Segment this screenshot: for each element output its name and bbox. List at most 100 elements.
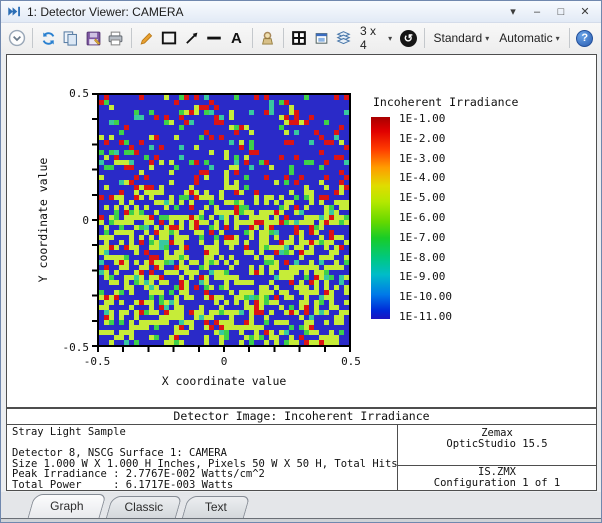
legend-label: 1E-5.00 (399, 192, 452, 204)
x-tick-label: 0.5 (329, 355, 373, 368)
save-button[interactable] (82, 26, 104, 50)
active-window-button[interactable] (310, 26, 332, 50)
legend-label: 1E-6.00 (399, 212, 452, 224)
grid-layout-value: 3 x 4 (360, 24, 385, 52)
info-line: Total Power : 6.1717E-003 Watts (12, 480, 392, 491)
copy-button[interactable] (60, 26, 82, 50)
reset-button[interactable]: ↺ (397, 26, 419, 50)
tab-bar: Graph Classic Text (1, 492, 601, 522)
minimize-button[interactable]: – (527, 4, 547, 20)
text-tool-icon: A (231, 30, 242, 47)
grid-layout-dropdown[interactable]: 3 x 4 ▾ (355, 26, 397, 50)
tile-windows-button[interactable] (288, 26, 310, 50)
toolbar-separator (131, 28, 132, 48)
window-controls: ▾ – □ ✕ (503, 4, 595, 20)
tab-label: Text (186, 497, 246, 518)
tab-classic[interactable]: Classic (106, 496, 182, 518)
chevron-down-circle-icon (8, 29, 26, 47)
add-text-button[interactable]: A (225, 26, 247, 50)
lock-icon (259, 30, 276, 47)
configuration-label: Configuration 1 of 1 (398, 478, 596, 489)
window-image-icon (313, 30, 330, 47)
legend-label: 1E-1.00 (399, 113, 452, 125)
x-tick-label: -0.5 (75, 355, 119, 368)
update-button[interactable] (37, 26, 59, 50)
toolbar-separator (569, 28, 570, 48)
legend-label: 1E-9.00 (399, 271, 452, 283)
layers-button[interactable] (333, 26, 355, 50)
tab-text[interactable]: Text (182, 496, 250, 518)
annotate-pencil-button[interactable] (136, 26, 158, 50)
save-icon (85, 30, 102, 47)
info-line: Detector 8, NSCG Surface 1: CAMERA (12, 448, 392, 459)
pencil-icon (138, 30, 155, 47)
line-icon (205, 29, 223, 47)
toolbar-separator (424, 28, 425, 48)
reset-icon: ↺ (400, 30, 417, 47)
draw-line-button[interactable] (203, 26, 225, 50)
y-tick-label: 0.5 (49, 87, 89, 100)
print-button[interactable] (104, 26, 126, 50)
y-axis-ticks (92, 93, 97, 347)
window-menu-button[interactable]: ▾ (503, 4, 523, 20)
automatic-dropdown[interactable]: Automatic ▾ (494, 26, 564, 50)
legend-label: 1E-2.00 (399, 133, 452, 145)
plot-frame (97, 93, 351, 347)
tile-windows-icon (290, 29, 308, 47)
info-line: Stray Light Sample (12, 427, 392, 438)
draw-arrow-button[interactable] (181, 26, 203, 50)
tab-graph[interactable]: Graph (28, 494, 107, 518)
chevron-down-icon: ▾ (556, 34, 560, 43)
info-text-box: Stray Light Sample Detector 8, NSCG Surf… (6, 424, 398, 491)
status-strip (1, 519, 601, 522)
layers-icon (335, 30, 352, 47)
detector-image (99, 95, 349, 345)
app-icon (7, 4, 22, 19)
close-button[interactable]: ✕ (575, 4, 595, 20)
file-info-box: IS.ZMX Configuration 1 of 1 (397, 465, 597, 491)
tab-label: Graph (32, 495, 102, 518)
legend-label: 1E-8.00 (399, 252, 452, 264)
legend-title: Incoherent Irradiance (373, 95, 518, 109)
legend-label: 1E-10.00 (399, 291, 452, 303)
legend-label: 1E-3.00 (399, 153, 452, 165)
help-button[interactable]: ? (574, 26, 596, 50)
program-version: OpticStudio 15.5 (398, 439, 596, 450)
x-axis-ticks (97, 347, 351, 352)
maximize-button[interactable]: □ (551, 4, 571, 20)
y-axis-label: Y coordinate value (36, 158, 50, 283)
title-bar: 1: Detector Viewer: CAMERA ▾ – □ ✕ (1, 1, 601, 23)
detector-viewer-window: 1: Detector Viewer: CAMERA ▾ – □ ✕ (0, 0, 602, 523)
legend-colorbar (371, 117, 390, 319)
draw-rectangle-button[interactable] (158, 26, 180, 50)
toolbar-separator (252, 28, 253, 48)
graph-panel: Y coordinate value 0.5 0 -0.5 -0.5 0 0.5… (6, 54, 597, 408)
standard-dropdown[interactable]: Standard ▾ (429, 26, 495, 50)
x-axis-label: X coordinate value (104, 374, 344, 388)
x-tick-label: 0 (202, 355, 246, 368)
chevron-down-icon: ▾ (485, 34, 489, 43)
settings-chevron-button[interactable] (6, 26, 28, 50)
y-tick-label: -0.5 (49, 341, 89, 354)
info-line: Peak Irradiance : 2.7767E-002 Watts/cm^2 (12, 469, 392, 480)
detector-image-title-strip: Detector Image: Incoherent Irradiance (6, 408, 597, 425)
rectangle-icon (160, 29, 178, 47)
legend-labels: 1E-1.00 1E-2.00 1E-3.00 1E-4.00 1E-5.00 1E-6.… (399, 113, 452, 323)
toolbar: A (1, 23, 601, 53)
arrow-icon (183, 29, 201, 47)
standard-value: Standard (434, 31, 483, 45)
copy-icon (62, 30, 79, 47)
window-title: 1: Detector Viewer: CAMERA (27, 5, 503, 19)
toolbar-separator (283, 28, 284, 48)
toolbar-separator (32, 28, 33, 48)
tab-label: Classic (110, 497, 178, 518)
lock-window-button[interactable] (257, 26, 279, 50)
y-tick-label: 0 (49, 214, 89, 227)
legend-label: 1E-7.00 (399, 232, 452, 244)
legend-label: 1E-4.00 (399, 172, 452, 184)
chevron-down-icon: ▾ (388, 34, 392, 43)
automatic-value: Automatic (499, 31, 552, 45)
help-icon: ? (576, 30, 593, 47)
legend-label: 1E-11.00 (399, 311, 452, 323)
program-info-box: Zemax OpticStudio 15.5 (397, 424, 597, 466)
